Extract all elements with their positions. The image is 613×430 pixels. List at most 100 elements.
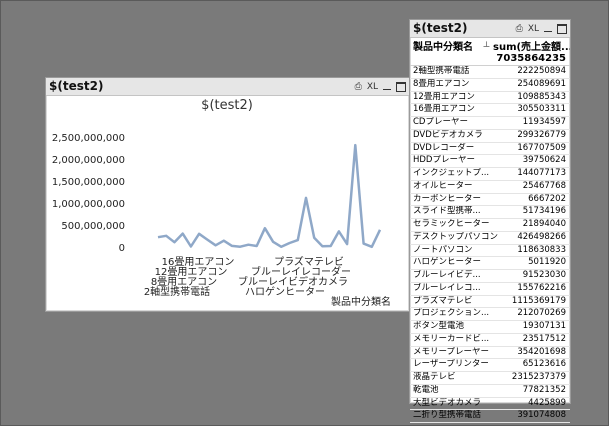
row-value: 23517512: [522, 333, 566, 344]
table-row[interactable]: オイルヒーター 25467768: [410, 181, 570, 194]
row-value: 77821352: [522, 384, 566, 395]
row-value: 212070269: [517, 308, 566, 319]
minimize-icon[interactable]: [544, 31, 552, 32]
row-name: プロジェクション...: [413, 308, 490, 319]
x-category-label: 2軸型携帯電話: [144, 285, 210, 298]
row-value: 391074808: [517, 410, 566, 421]
maximize-icon[interactable]: [396, 81, 406, 92]
line-chart: $(test2) 2,500,000,000 2,000,000,000 1,500…: [52, 98, 391, 308]
maximize-icon[interactable]: [557, 23, 567, 34]
table-row[interactable]: ボタン型電池 19307131: [410, 321, 570, 334]
table-row[interactable]: プロジェクション... 212070269: [410, 308, 570, 321]
table-row[interactable]: カーボンヒーター 6667202: [410, 194, 570, 207]
table-total: 7035864235: [410, 52, 570, 66]
table-row[interactable]: HDDプレーヤー 39750624: [410, 155, 570, 168]
table-row[interactable]: レーザープリンター 65123616: [410, 359, 570, 372]
row-name: デスクトップパソコン: [413, 231, 499, 242]
table-row[interactable]: ブルーレイレコ... 155762216: [410, 283, 570, 296]
y-tick-label: 2,000,000,000: [52, 155, 125, 166]
table-row[interactable]: ハロゲンヒーター 5011920: [410, 257, 570, 270]
row-value: 354201698: [517, 346, 566, 357]
column-header-measure[interactable]: sum(売上金額...: [491, 38, 570, 52]
table-row[interactable]: 8畳用エアコン 254089691: [410, 79, 570, 92]
chart-window[interactable]: $(test2) ⎙ XL $(test2) 2,500,000,000 2,00…: [45, 77, 410, 312]
y-tick-label: 2,500,000,000: [52, 133, 125, 144]
row-value: 19307131: [522, 321, 566, 331]
row-value: 305503311: [517, 104, 566, 115]
chart-title: $(test2): [201, 98, 253, 113]
table-window-controls: ⎙ XL: [516, 22, 567, 35]
row-name: 大型ビデオカメラ: [413, 397, 482, 408]
row-name: 8畳用エアコン: [413, 78, 470, 89]
row-name: オイルヒーター: [413, 180, 473, 191]
table-row[interactable]: インクジェットプ... 144077173: [410, 168, 570, 181]
row-name: カーボンヒーター: [413, 193, 482, 204]
row-name: メモリープレーヤー: [413, 346, 489, 357]
row-value: 4425899: [528, 397, 566, 408]
row-name: DVDビデオカメラ: [413, 129, 483, 140]
row-value: 144077173: [517, 168, 566, 178]
table-row[interactable]: DVDレコーダー 167707509: [410, 143, 570, 156]
table-row[interactable]: 大型ビデオカメラ 4425899: [410, 398, 570, 411]
excel-export-button[interactable]: XL: [367, 81, 378, 93]
row-name: レーザープリンター: [413, 359, 489, 370]
row-value: 299326779: [517, 129, 566, 140]
row-name: メモリーカードビ...: [413, 333, 490, 344]
table-row[interactable]: 乾電池 77821352: [410, 385, 570, 398]
minimize-icon[interactable]: [383, 89, 391, 90]
table-row[interactable]: 2軸型携帯電話 222250894: [410, 66, 570, 79]
row-value: 426498266: [517, 231, 566, 242]
row-value: 11934597: [522, 117, 566, 127]
chart-window-controls: ⎙ XL: [355, 80, 406, 93]
row-value: 25467768: [522, 180, 566, 191]
table-row[interactable]: CDプレーヤー 11934597: [410, 117, 570, 130]
row-name: スライド型携帯...: [413, 206, 481, 217]
y-tick-label: 0: [119, 243, 125, 254]
print-icon[interactable]: ⎙: [355, 81, 362, 93]
row-value: 21894040: [522, 219, 566, 229]
table-row[interactable]: 二折り型携帯電話 391074808: [410, 410, 570, 423]
row-name: セラミックヒーター: [413, 219, 490, 229]
table-row[interactable]: メモリーカードビ... 23517512: [410, 334, 570, 347]
table-row[interactable]: DVDビデオカメラ 299326779: [410, 130, 570, 143]
row-name: ブルーレイビデ...: [413, 270, 481, 280]
row-value: 109885343: [517, 91, 566, 102]
x-axis-label: 製品中分類名: [331, 295, 391, 308]
table-row[interactable]: 16畳用エアコン 305503311: [410, 104, 570, 117]
row-name: HDDプレーヤー: [413, 155, 475, 166]
table-row[interactable]: ブルーレイビデ... 91523030: [410, 270, 570, 283]
row-value: 2315237379: [511, 372, 566, 382]
row-value: 254089691: [517, 78, 566, 89]
table-row[interactable]: スライド型携帯... 51734196: [410, 206, 570, 219]
table-row[interactable]: 12畳用エアコン 109885343: [410, 92, 570, 105]
table-row[interactable]: メモリープレーヤー 354201698: [410, 347, 570, 360]
table-row[interactable]: セラミックヒーター 21894040: [410, 219, 570, 232]
column-header-dimension[interactable]: 製品中分類名: [410, 38, 482, 52]
row-name: 乾電池: [413, 384, 439, 395]
table-row[interactable]: プラズマテレビ 1115369179: [410, 296, 570, 309]
print-icon[interactable]: ⎙: [516, 23, 523, 35]
table-window[interactable]: $(test2) ⎙ XL 製品中分類名 ⊥ sum(売上金額... 70358…: [409, 19, 571, 423]
sort-icon[interactable]: ⊥: [482, 38, 491, 52]
row-value: 51734196: [522, 206, 566, 217]
excel-export-button[interactable]: XL: [528, 23, 539, 35]
series-line: [157, 143, 382, 249]
row-name: 液晶テレビ: [413, 372, 456, 382]
row-value: 155762216: [517, 282, 566, 293]
row-value: 39750624: [522, 155, 566, 166]
row-name: プラズマテレビ: [413, 295, 473, 306]
table-row[interactable]: 液晶テレビ 2315237379: [410, 372, 570, 385]
row-name: ハロゲンヒーター: [413, 257, 482, 268]
row-value: 65123616: [522, 359, 566, 370]
table-body: 2軸型携帯電話 222250894 8畳用エアコン 254089691 12畳用エアコン…: [410, 66, 570, 423]
row-name: ブルーレイレコ...: [413, 282, 481, 293]
table-row[interactable]: ノートパソコン 118630833: [410, 245, 570, 258]
row-value: 6667202: [528, 193, 566, 204]
row-name: ノートパソコン: [413, 244, 473, 255]
table-row[interactable]: デスクトップパソコン 426498266: [410, 232, 570, 245]
row-name: 12畳用エアコン: [413, 91, 475, 102]
row-name: ボタン型電池: [413, 321, 465, 331]
row-value: 5011920: [528, 257, 566, 268]
row-value: 91523030: [522, 270, 566, 280]
row-name: 二折り型携帯電話: [413, 410, 482, 421]
